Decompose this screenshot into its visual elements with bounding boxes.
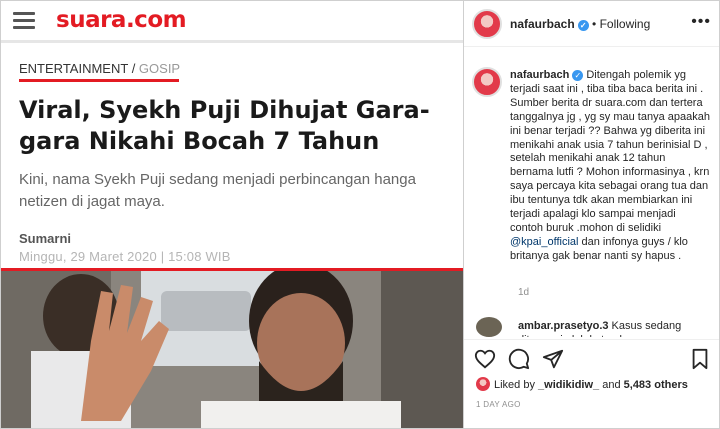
- article-screenshot: suara.com ENTERTAINMENT / GOSIP Viral, S…: [0, 0, 463, 429]
- post-caption: nafaurbach ✓ Ditengah polemik yg terjadi …: [510, 69, 710, 264]
- heart-icon[interactable]: [474, 348, 496, 370]
- category-underline: [19, 79, 179, 82]
- site-header: suara.com: [1, 1, 463, 43]
- breadcrumb: ENTERTAINMENT / GOSIP: [19, 61, 180, 82]
- username-link[interactable]: nafaurbach: [510, 17, 575, 31]
- article-author[interactable]: Sumarni: [19, 231, 71, 246]
- mention-link[interactable]: @kpai_official: [510, 236, 578, 248]
- caption-avatar[interactable]: [472, 67, 502, 97]
- comment-text: ambar.prasetyo.3 Kasus sedang ditangani …: [518, 319, 714, 337]
- likes-middle: and: [599, 379, 624, 391]
- bookmark-icon[interactable]: [689, 348, 711, 370]
- comment-item: ambar.prasetyo.3 Kasus sedang ditangani …: [464, 313, 719, 337]
- article-headline: Viral, Syekh Puji Dihujat Gara-gara Nika…: [19, 96, 430, 155]
- share-icon[interactable]: [542, 348, 564, 370]
- category-link[interactable]: ENTERTAINMENT: [19, 61, 128, 76]
- following-button[interactable]: Following: [600, 17, 651, 31]
- site-logo[interactable]: suara.com: [56, 7, 187, 33]
- caption-text: Ditengah polemik yg terjadi saat ini , t…: [510, 69, 710, 234]
- caption-time: 1d: [518, 287, 530, 298]
- caption-username[interactable]: nafaurbach: [510, 69, 569, 81]
- likes-summary: Liked by _widikidiw_ and 5,483 others: [476, 377, 688, 391]
- post-header: nafaurbach ✓ • Following •••: [464, 1, 719, 47]
- profile-avatar[interactable]: [472, 9, 502, 39]
- likes-count[interactable]: 5,483 others: [624, 379, 688, 391]
- article-lede: Kini, nama Syekh Puji sedang menjadi per…: [19, 171, 416, 210]
- more-options-icon[interactable]: •••: [691, 13, 711, 31]
- breadcrumb-separator: /: [128, 61, 139, 76]
- liker-avatar[interactable]: [476, 377, 490, 391]
- article-date: Minggu, 29 Maret 2020 | 15:08 WIB: [19, 249, 231, 264]
- instagram-post-panel: nafaurbach ✓ • Following ••• nafaurbach ✓ …: [463, 0, 720, 429]
- hamburger-menu-icon[interactable]: [13, 12, 35, 30]
- subcategory-link[interactable]: GOSIP: [139, 61, 180, 76]
- verified-badge-icon: ✓: [572, 70, 584, 81]
- liker-username[interactable]: _widikidiw_: [538, 379, 599, 391]
- comment-icon[interactable]: [508, 348, 530, 370]
- commenter-username[interactable]: ambar.prasetyo.3: [518, 320, 609, 332]
- likes-prefix: Liked by: [494, 379, 539, 391]
- post-author: nafaurbach ✓ • Following: [510, 17, 650, 31]
- commenter-avatar[interactable]: [476, 317, 502, 337]
- post-timestamp: 1 DAY AGO: [476, 400, 521, 409]
- header-separator: •: [588, 17, 600, 31]
- verified-badge-icon: ✓: [577, 20, 589, 31]
- action-bar: [464, 339, 719, 379]
- article-photo: [1, 268, 463, 428]
